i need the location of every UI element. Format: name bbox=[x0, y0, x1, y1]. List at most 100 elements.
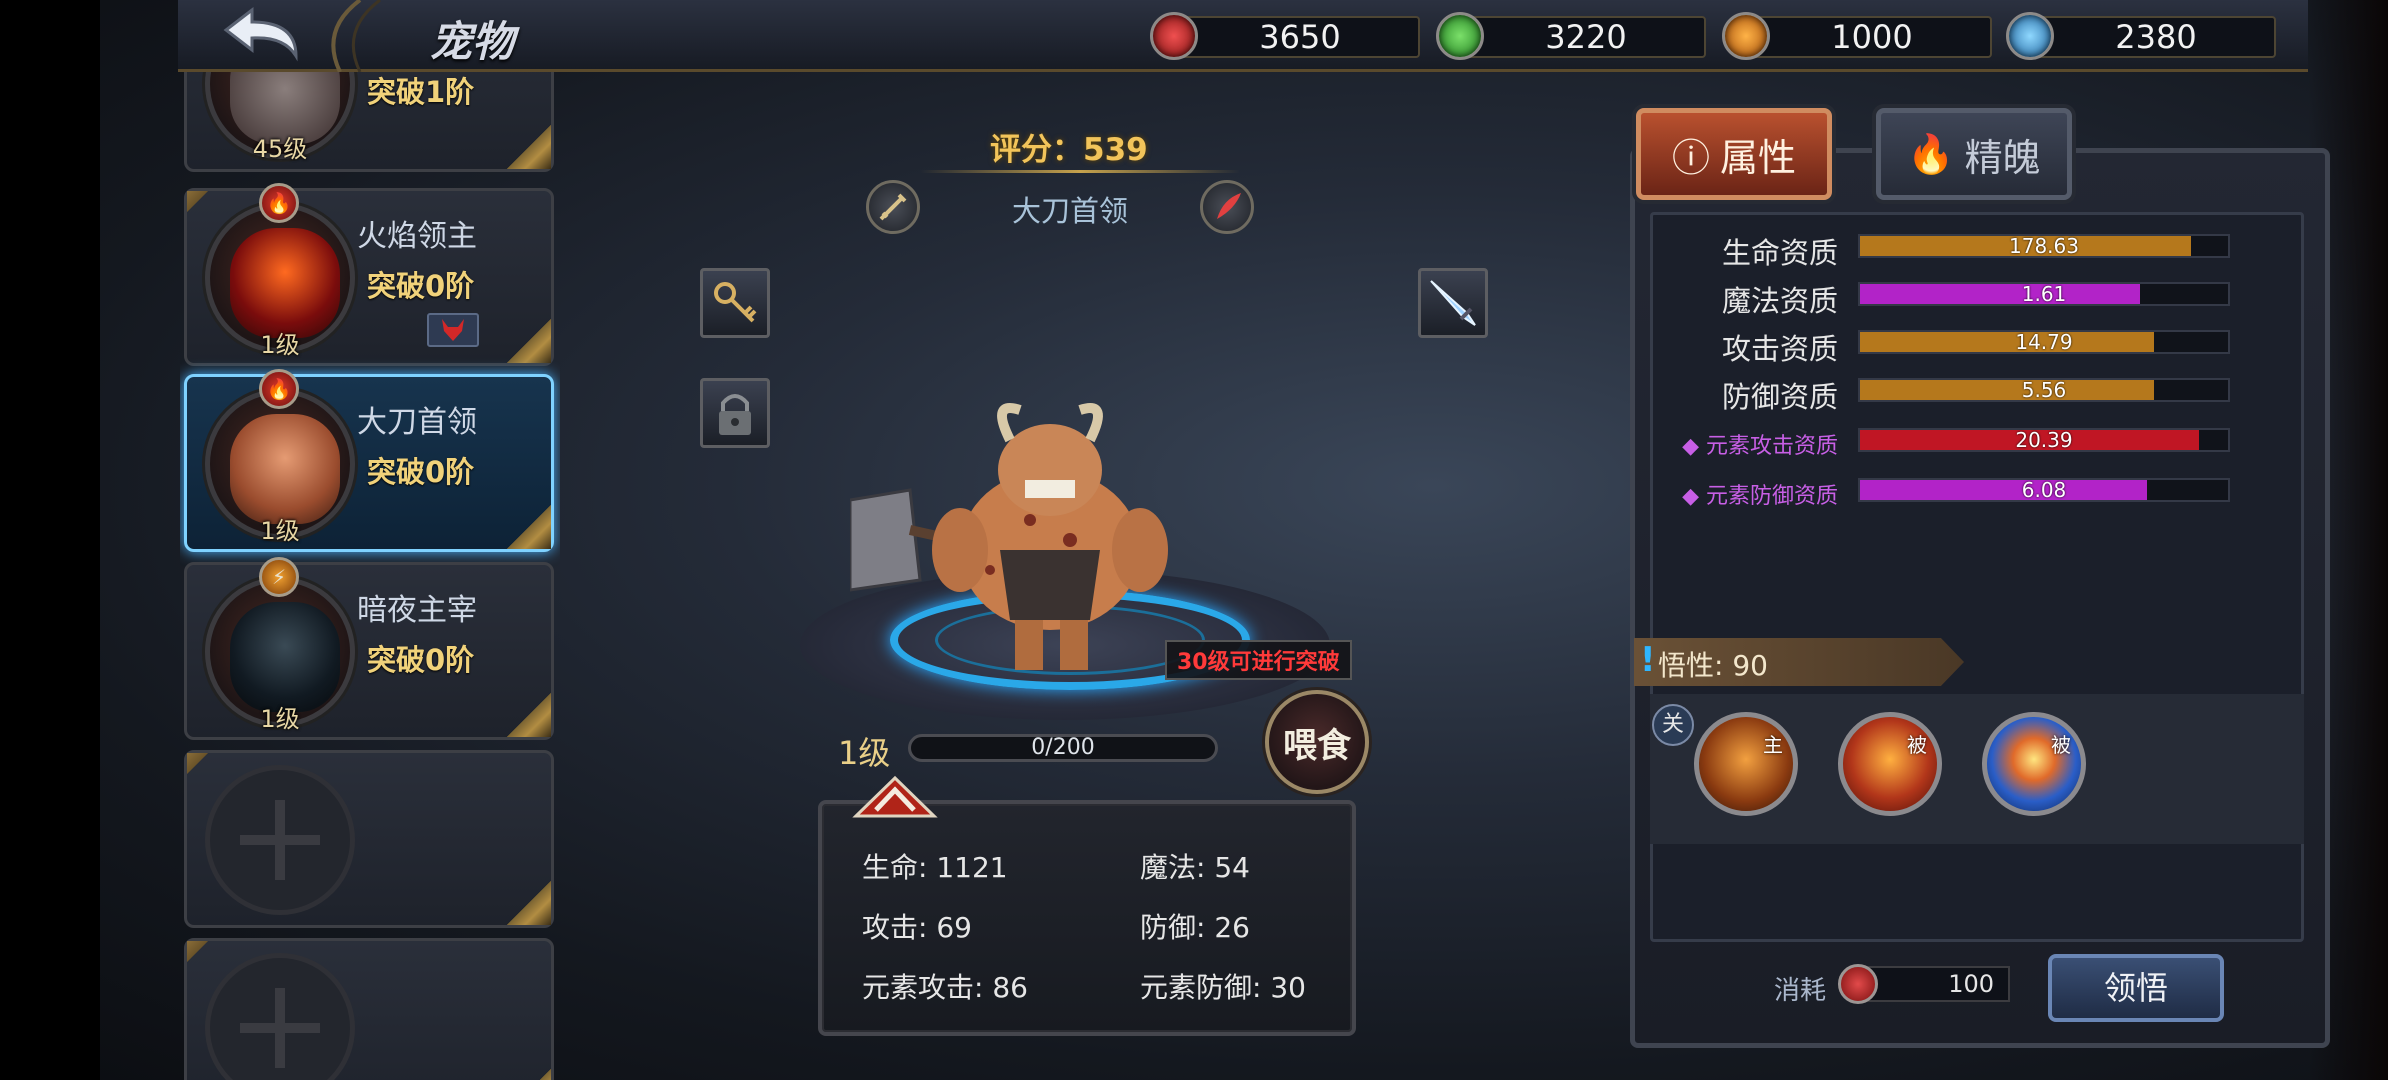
attr-label: 防御资质 bbox=[1721, 380, 1838, 414]
stat-atk: 攻击: 69 bbox=[862, 911, 972, 944]
attr-bar: 178.63 bbox=[1858, 234, 2230, 258]
card-corner-ornament bbox=[507, 505, 551, 549]
exp-bar: 0/200 bbox=[908, 734, 1218, 762]
exclamation-icon: ! bbox=[1640, 640, 1656, 680]
attr-label: 攻击资质 bbox=[1721, 332, 1838, 366]
feed-button[interactable]: 喂食 bbox=[1265, 690, 1369, 794]
pet-card[interactable]: 45级 突破1阶 bbox=[184, 72, 554, 172]
flame-icon: 🔥 bbox=[1907, 131, 1955, 176]
card-corner-ornament bbox=[507, 125, 551, 169]
attr-value: 5.56 bbox=[2021, 378, 2067, 402]
title-ornament bbox=[331, 0, 381, 72]
attr-label: 元素防御资质 bbox=[1705, 484, 1838, 509]
attr-value: 6.08 bbox=[2021, 478, 2067, 502]
pet-score: 评分：539 bbox=[990, 132, 1148, 168]
currency-red: 3650 bbox=[1150, 12, 1420, 60]
blue-snowflake-gem-icon bbox=[2006, 12, 2054, 60]
card-corner-ornament bbox=[507, 693, 551, 737]
pet-breakthrough: 突破0阶 bbox=[367, 643, 475, 677]
currency-value: 3220 bbox=[1466, 16, 1706, 58]
pet-level: 45级 bbox=[252, 135, 308, 163]
pet-breakthrough: 突破0阶 bbox=[367, 269, 475, 303]
skill-tag: 被 bbox=[1907, 733, 1927, 757]
stat-mp: 魔法: 54 bbox=[1140, 851, 1250, 884]
pet-name: 大刀首领 bbox=[357, 405, 477, 440]
demon-badge-icon bbox=[427, 313, 479, 347]
attr-value: 178.63 bbox=[2009, 234, 2079, 258]
empty-pet-slot[interactable] bbox=[184, 750, 554, 928]
add-icon bbox=[205, 953, 355, 1080]
breakthrough-tip: 30级可进行突破 bbox=[1165, 640, 1352, 680]
flame-body-skill-icon[interactable]: 被 bbox=[1838, 712, 1942, 816]
card-corner-ornament bbox=[507, 1069, 551, 1080]
red-gem-icon bbox=[1838, 964, 1878, 1004]
lock-icon[interactable] bbox=[700, 378, 770, 448]
stat-hp: 生命: 1121 bbox=[862, 851, 1008, 884]
currency-blue: 2380 bbox=[2006, 12, 2276, 60]
pet-level: 1级 bbox=[260, 517, 300, 545]
stat-elem-def: 元素防御: 30 bbox=[1140, 971, 1306, 1004]
pet-model[interactable] bbox=[850, 380, 1220, 680]
tab-spirit[interactable]: 🔥 精魄 bbox=[1876, 108, 2072, 200]
attr-bar: 6.08 bbox=[1858, 478, 2230, 502]
screen-edge-left bbox=[0, 0, 100, 1080]
card-corner-ornament bbox=[187, 941, 213, 967]
comprehend-button[interactable]: 领悟 bbox=[2048, 954, 2224, 1022]
currency-orange: 1000 bbox=[1722, 12, 1992, 60]
pet-breakthrough: 突破1阶 bbox=[367, 75, 475, 109]
comprehension-label: 悟性: 90 bbox=[1658, 649, 1768, 682]
info-icon: ⓘ bbox=[1671, 135, 1710, 180]
attr-bar: 14.79 bbox=[1858, 330, 2230, 354]
fire-element-icon: 🔥 bbox=[259, 369, 299, 409]
pet-card[interactable]: ⚡ 1级 暗夜主宰 突破0阶 bbox=[184, 557, 554, 740]
add-icon bbox=[205, 765, 355, 915]
pet-breakthrough: 突破0阶 bbox=[367, 455, 475, 489]
currency-value: 2380 bbox=[2036, 16, 2276, 58]
currency-value: 1000 bbox=[1752, 16, 1992, 58]
attr-label: 魔法资质 bbox=[1721, 284, 1838, 318]
feather-icon[interactable] bbox=[1200, 180, 1254, 234]
empty-pet-slot[interactable] bbox=[184, 938, 554, 1080]
attribute-panel: ⓘ 属性 🔥 精魄 生命资质 178.63 魔法资质 1.61 攻击资质 14.… bbox=[1630, 108, 2330, 1048]
pet-card-selected[interactable]: 🔥 1级 大刀首领 突破0阶 bbox=[184, 369, 554, 552]
tab-attributes[interactable]: ⓘ 属性 bbox=[1636, 108, 1832, 200]
tab-label: 精魄 bbox=[1964, 135, 2041, 180]
blade-icon[interactable] bbox=[1418, 268, 1488, 338]
close-tag[interactable]: 关 bbox=[1652, 704, 1694, 746]
page-title: 宠物 bbox=[430, 17, 515, 66]
stat-elem-atk: 元素攻击: 86 bbox=[862, 971, 1028, 1004]
sword-icon[interactable] bbox=[866, 180, 920, 234]
pet-screen: 宠物 3650 3220 1000 2380 45级 突破1阶 🔥 1级 火焰领… bbox=[0, 0, 2388, 1080]
back-button[interactable] bbox=[212, 4, 312, 64]
attr-bar: 1.61 bbox=[1858, 282, 2230, 306]
diamond-icon: ◆ bbox=[1682, 434, 1706, 459]
attr-value: 1.61 bbox=[2021, 282, 2067, 306]
upgrade-arrow-icon[interactable] bbox=[850, 772, 940, 820]
pet-list: 45级 突破1阶 🔥 1级 火焰领主 突破0阶 🔥 1级 大刀首领 突破0阶 ⚡… bbox=[180, 72, 560, 1080]
score-divider bbox=[920, 170, 1240, 173]
cost-label: 消耗 bbox=[1774, 976, 1827, 1006]
attr-bar: 5.56 bbox=[1858, 378, 2230, 402]
diamond-icon: ◆ bbox=[1682, 484, 1706, 509]
back-arrow-icon bbox=[223, 6, 298, 62]
pet-level-label: 1级 bbox=[838, 734, 891, 772]
stat-def: 防御: 26 bbox=[1140, 911, 1250, 944]
base-stats-panel: 生命: 1121 魔法: 54 攻击: 69 防御: 26 元素攻击: 86 元… bbox=[818, 800, 1356, 1036]
card-corner-ornament bbox=[187, 191, 213, 217]
attr-value: 14.79 bbox=[2015, 330, 2073, 354]
currency-value: 3650 bbox=[1180, 16, 1420, 58]
cost-value: 100 bbox=[1862, 966, 2010, 1002]
tab-label: 属性 bbox=[1720, 135, 1797, 180]
card-corner-ornament bbox=[507, 881, 551, 925]
fire-monk-skill-icon[interactable]: 主 bbox=[1694, 712, 1798, 816]
slash-skill-icon[interactable]: 被 bbox=[1982, 712, 2086, 816]
green-gem-icon bbox=[1436, 12, 1484, 60]
card-corner-ornament bbox=[187, 753, 213, 779]
currency-green: 3220 bbox=[1436, 12, 1706, 60]
pet-level: 1级 bbox=[260, 331, 300, 359]
attr-value: 20.39 bbox=[2015, 428, 2073, 452]
key-icon[interactable] bbox=[700, 268, 770, 338]
fire-element-icon: 🔥 bbox=[259, 183, 299, 223]
pet-card[interactable]: 🔥 1级 火焰领主 突破0阶 bbox=[184, 183, 554, 366]
attr-bar: 20.39 bbox=[1858, 428, 2230, 452]
